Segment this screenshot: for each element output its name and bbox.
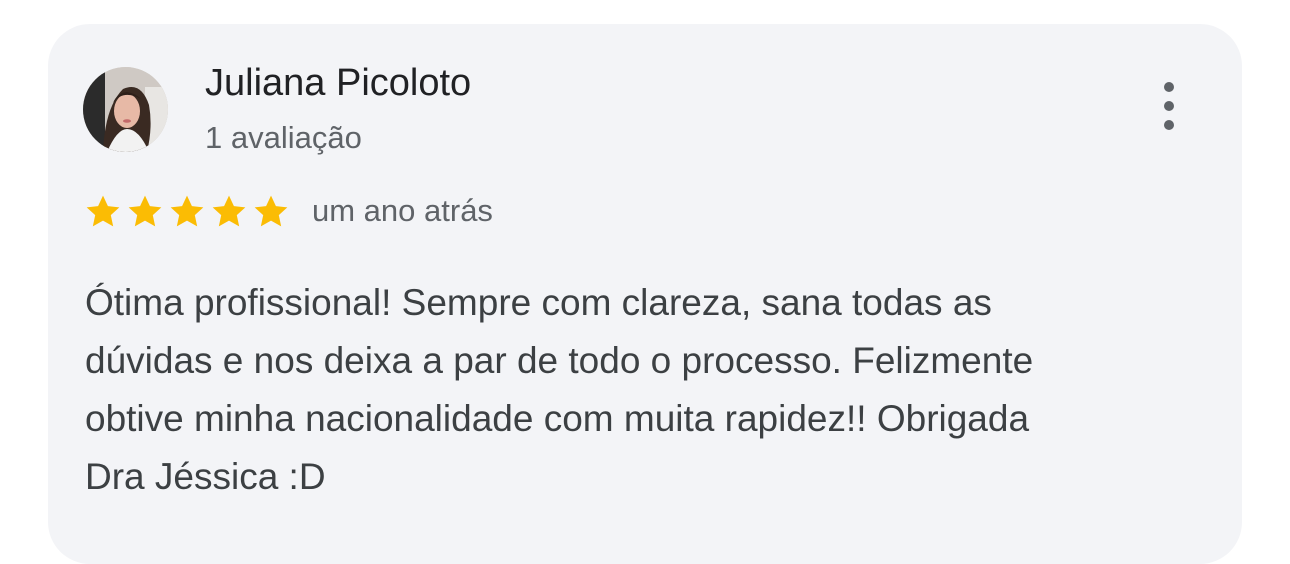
more-vert-icon <box>1164 82 1174 92</box>
star-icon <box>128 195 162 227</box>
more-vert-dot <box>1164 120 1174 130</box>
review-card: Juliana Picoloto 1 avaliação um ano atrá… <box>48 24 1242 564</box>
star-rating <box>83 192 291 232</box>
star-icon <box>86 195 120 227</box>
reviewer-name[interactable]: Juliana Picoloto <box>205 62 471 105</box>
more-vert-dot <box>1164 101 1174 111</box>
star-icon <box>254 195 288 227</box>
review-text-line: Dra Jéssica :D <box>85 456 326 497</box>
reviewer-avatar[interactable] <box>83 67 168 152</box>
avatar-photo-icon <box>83 67 168 152</box>
review-text-line: obtive minha nacionalidade com muita rap… <box>85 398 1030 439</box>
review-time: um ano atrás <box>312 193 493 228</box>
more-options-button[interactable] <box>1153 80 1183 140</box>
reviewer-review-count: 1 avaliação <box>205 120 362 155</box>
star-icon <box>170 195 204 227</box>
review-text: Ótima profissional! Sempre com clareza, … <box>85 274 1195 506</box>
star-icon <box>212 195 246 227</box>
review-text-line: Ótima profissional! Sempre com clareza, … <box>85 282 992 323</box>
review-text-line: dúvidas e nos deixa a par de todo o proc… <box>85 340 1034 381</box>
